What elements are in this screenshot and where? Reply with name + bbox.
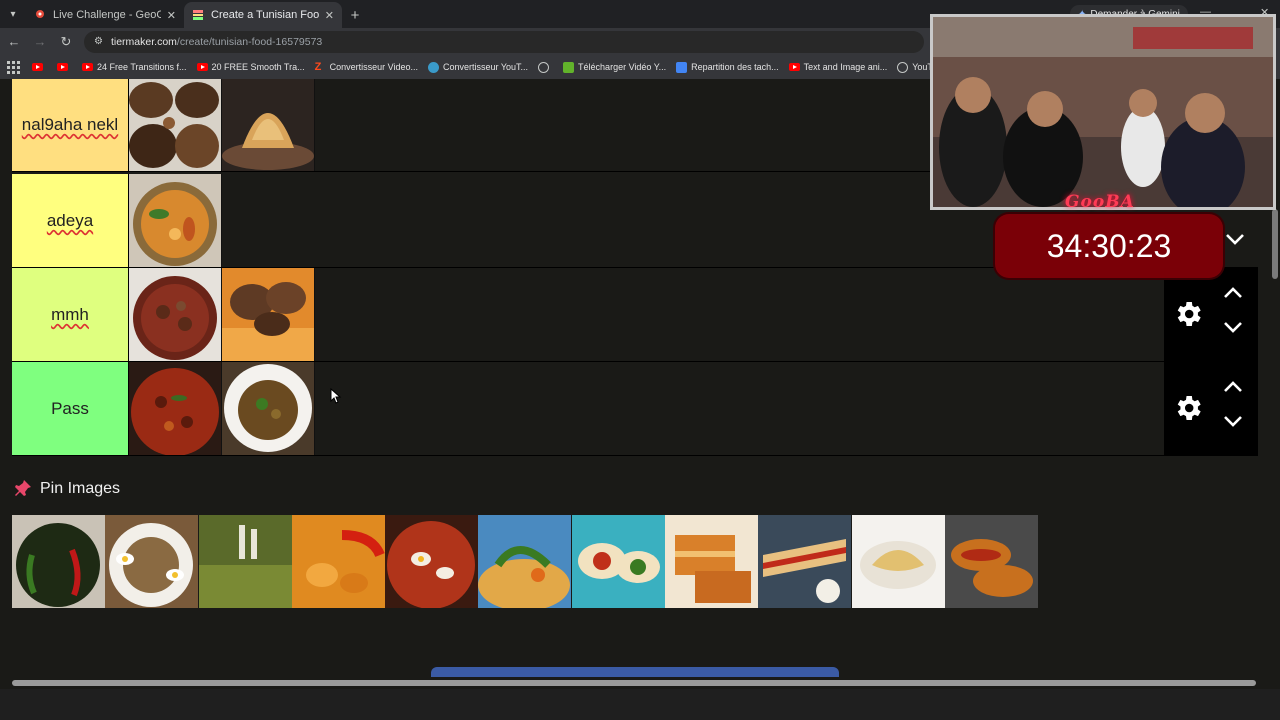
gear-icon[interactable] [1172, 298, 1204, 330]
tier-label[interactable]: nal9aha nekl [12, 79, 129, 171]
tier-label[interactable]: mmh [12, 268, 129, 361]
globe-icon [538, 61, 550, 73]
food-image-egg-rice[interactable] [105, 515, 199, 608]
tab-search-chevron-icon[interactable]: ▾ [0, 0, 26, 28]
webcam-overlay [930, 14, 1276, 210]
bookmark-item[interactable]: Text and Image ani... [788, 62, 888, 72]
bookmark-label: 24 Free Transitions f... [97, 62, 187, 72]
youtube-icon [788, 63, 800, 71]
forward-arrow-icon[interactable]: → [28, 30, 52, 54]
food-image-dark-stew[interactable] [12, 515, 105, 608]
bookmark-label: Convertisseur YouT... [442, 62, 529, 72]
pin-images-heading: Pin Images [14, 480, 120, 498]
food-image-greens-dish[interactable] [222, 362, 315, 455]
bookmark-label: Convertisseur Video... [329, 62, 418, 72]
tier-row: Pass [12, 362, 1258, 456]
food-image-couscous-plate[interactable] [478, 515, 572, 608]
bookmark-item[interactable]: Z Convertisseur Video... [314, 60, 418, 73]
bookmark-item[interactable]: 20 FREE Smooth Tra... [196, 62, 305, 72]
bookmark-item[interactable] [538, 61, 553, 73]
tab-geoguessr[interactable]: Live Challenge - GeoGuessr ✕ [26, 2, 184, 28]
youtube-icon [32, 63, 43, 71]
tier-label[interactable]: adeya [12, 174, 129, 267]
stream-timer: 34:30:23 [995, 214, 1223, 278]
bookmark-item[interactable]: Télécharger Vidéo Y... [563, 61, 667, 73]
z-icon: Z [314, 60, 322, 73]
pushpin-icon [15, 480, 31, 496]
tier-label[interactable]: Pass [12, 362, 129, 455]
bookmark-label: Télécharger Vidéo Y... [578, 62, 667, 72]
chevron-down-icon[interactable] [1222, 414, 1244, 428]
scrollbar-thumb[interactable] [1272, 209, 1278, 279]
address-bar[interactable]: ⚙ tiermaker.com/create/tunisian-food-165… [84, 30, 924, 53]
tier-items [129, 268, 315, 361]
tab-title: Create a Tunisian Food Tier List [211, 9, 319, 21]
food-image-stew[interactable] [129, 268, 222, 361]
chevron-down-icon[interactable] [1222, 320, 1244, 334]
food-image-tomato-stew[interactable] [129, 362, 222, 455]
bookmark-item[interactable] [57, 63, 72, 71]
new-tab-button[interactable]: + [342, 2, 368, 28]
gear-icon[interactable] [1172, 392, 1204, 424]
youtube-icon [57, 63, 68, 71]
food-image-bread[interactable] [222, 79, 315, 171]
food-image-wraps[interactable] [571, 515, 665, 608]
bookmark-item[interactable]: Convertisseur YouT... [427, 61, 529, 73]
tier-label-text: mmh [51, 304, 89, 324]
site-settings-icon[interactable]: ⚙ [94, 36, 103, 47]
food-image-grilled-meat[interactable] [129, 79, 222, 171]
globe-icon [897, 61, 909, 73]
back-arrow-icon[interactable]: ← [2, 30, 26, 54]
youtube-icon [196, 63, 208, 71]
tier-items [129, 362, 315, 455]
unranked-images [12, 515, 1038, 608]
close-tab-icon[interactable]: ✕ [325, 9, 334, 22]
food-image-sandwich[interactable] [758, 515, 852, 608]
tier-label-text: nal9aha nekl [21, 114, 119, 134]
tier-items [129, 174, 222, 267]
mouse-cursor-icon [330, 388, 342, 404]
download-icon [563, 61, 575, 73]
bookmark-label: Text and Image ani... [803, 62, 888, 72]
scrollbar-thumb[interactable] [12, 680, 1256, 686]
convert-icon [427, 61, 439, 73]
bookmark-item[interactable]: 24 Free Transitions f... [82, 62, 187, 72]
tier-items [129, 79, 315, 171]
youtube-icon [82, 63, 93, 71]
tab-tiermaker[interactable]: Create a Tunisian Food Tier List ✕ [184, 2, 342, 28]
food-image-fricasse[interactable] [944, 515, 1038, 608]
food-image-couscous[interactable] [129, 174, 222, 267]
docs-icon [676, 61, 688, 73]
pin-images-title: Pin Images [40, 480, 121, 497]
close-tab-icon[interactable]: ✕ [167, 9, 176, 22]
chevron-up-icon[interactable] [1222, 286, 1244, 300]
tiermaker-icon [193, 10, 203, 20]
horizontal-scrollbar[interactable] [0, 677, 1280, 689]
food-image-ojja[interactable] [385, 515, 479, 608]
bookmark-item[interactable]: Repartition des tach... [676, 61, 779, 73]
bookmark-label: Repartition des tach... [691, 62, 779, 72]
bookmark-item[interactable] [32, 63, 47, 71]
food-image-green-dish[interactable] [198, 515, 292, 608]
bookmark-label: 20 FREE Smooth Tra... [211, 62, 305, 72]
tier-row: mmh [12, 268, 1258, 362]
chevron-up-icon[interactable] [1222, 380, 1244, 394]
reload-icon[interactable]: ↻ [54, 30, 78, 54]
tab-title: Live Challenge - GeoGuessr [53, 9, 161, 21]
food-image-brik[interactable] [851, 515, 945, 608]
map-pin-icon [36, 10, 44, 18]
apps-grid-icon[interactable] [6, 60, 20, 74]
save-download-button[interactable] [431, 667, 839, 677]
url-path: /create/tunisian-food-16579573 [176, 35, 323, 48]
food-image-lamb-couscous[interactable] [222, 268, 315, 361]
url-domain: tiermaker.com [110, 35, 177, 48]
food-image-potato-pepper[interactable] [291, 515, 385, 608]
chevron-down-icon[interactable] [1224, 232, 1246, 246]
tier-label-text: adeya [46, 210, 94, 230]
tier-controls [1164, 362, 1258, 455]
tier-label-text: Pass [51, 398, 89, 418]
tier-controls [1164, 268, 1258, 361]
food-image-lasagna[interactable] [665, 515, 759, 608]
channel-logo: GooBA [1065, 192, 1135, 212]
